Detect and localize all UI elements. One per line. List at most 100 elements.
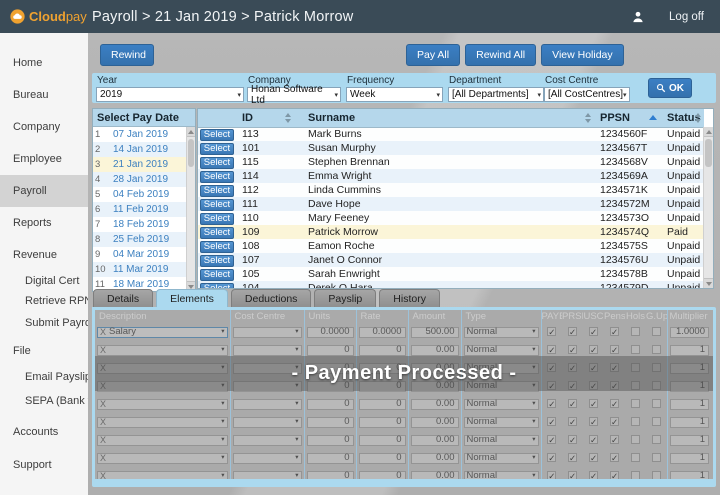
select-employee-button[interactable]: Select [200,241,234,253]
employee-ppsn: 1234575S [594,239,661,253]
pay-date-link[interactable]: 04 Mar 2019 [106,247,169,262]
checkbox-checked-icon [589,399,598,408]
sidebar-item[interactable]: Reports [0,207,88,239]
scroll-thumb[interactable] [188,139,194,167]
ok-label: OK [669,83,684,94]
select-employee-button[interactable]: Select [200,213,234,225]
col-usc: USC [583,310,604,323]
sidebar-item[interactable]: Revenue [0,239,88,271]
tab[interactable]: History [379,289,440,307]
sidebar-item[interactable]: Company [0,111,88,143]
filter-dropdown[interactable]: Week [346,87,443,102]
employee-scrollbar[interactable] [703,127,713,288]
chevron-down-icon [295,435,298,445]
tab[interactable]: Deductions [231,289,312,307]
select-employee-button[interactable]: Select [200,157,234,169]
elements-grid: Description Cost Centre Units Rate Amoun… [95,310,713,479]
select-employee-button[interactable]: Select [200,129,234,141]
filter-dropdown[interactable]: 2019 [96,87,244,102]
sort-icon[interactable] [695,113,701,123]
scroll-up-icon[interactable] [704,127,713,137]
employee-rows: Select 113 Mark Burns 1234560F Unpaid Se… [198,127,704,289]
filter-dropdown[interactable]: Honan Software Ltd [247,87,341,102]
pay-date-link[interactable]: 07 Jan 2019 [106,127,168,142]
toolbar-button[interactable]: Rewind All [465,44,536,66]
pay-date-link[interactable]: 28 Jan 2019 [106,172,168,187]
employee-id: 108 [236,239,294,253]
cloudpay-logo[interactable]: Cloudpay [10,9,88,24]
employee-surname: Mark Burns [294,127,594,141]
remove-row-icon: X [100,417,106,427]
elements-header-row: Description Cost Centre Units Rate Amoun… [95,310,711,323]
gup-checkbox-cell [646,395,667,413]
prsi-checkbox-cell [562,431,583,449]
filter-dropdown[interactable]: [All Departments] [448,87,544,102]
pay-date-link[interactable]: 21 Jan 2019 [106,157,168,172]
remove-row-icon: X [100,327,106,337]
pay-date-link[interactable]: 11 Feb 2019 [106,202,168,217]
pay-date-row: 2 14 Jan 2019 [93,142,195,157]
chevron-down-icon [295,453,298,463]
sidebar-item[interactable]: Accounts [0,415,88,449]
search-ok-button[interactable]: OK [648,78,692,98]
pay-date-link[interactable]: 18 Feb 2019 [106,217,169,232]
type-value: Normal [467,399,498,409]
id-column-header[interactable]: ID [236,109,294,127]
tab[interactable]: Payslip [314,289,376,307]
employee-ppsn: 1234579D [594,281,661,289]
sidebar-item[interactable]: Payroll [0,175,88,207]
user-icon[interactable] [631,10,645,24]
sidebar-item[interactable]: Retrieve RPNs [0,291,88,311]
pay-date-number: 1 [93,127,106,142]
tab[interactable]: Details [93,289,153,307]
description-dropdown: X [97,453,228,464]
sort-icon[interactable] [585,113,591,123]
scroll-thumb[interactable] [705,139,712,167]
sidebar-item[interactable]: File [0,335,88,367]
sidebar-item[interactable]: Submit Payroll [0,311,88,335]
pay-date-link[interactable]: 14 Jan 2019 [106,142,168,157]
type-value: Normal [467,471,498,479]
toolbar-button[interactable]: Pay All [406,44,460,66]
ppsn-column-header[interactable]: PPSN [594,109,661,127]
pay-date-link[interactable]: 25 Feb 2019 [106,232,169,247]
elements-panel: Description Cost Centre Units Rate Amoun… [92,307,716,487]
pay-date-row: 3 21 Jan 2019 [93,157,195,172]
sidebar-item[interactable]: Home [0,47,88,79]
surname-column-header[interactable]: Surname [294,109,594,127]
pay-date-link[interactable]: 11 Mar 2019 [106,262,168,277]
employee-id: 109 [236,225,294,239]
select-employee-button[interactable]: Select [200,143,234,155]
employee-row: Select 105 Sarah Enwright 1234578B Unpai… [198,267,704,281]
status-column-header[interactable]: Status [661,109,704,127]
type-value: Normal [467,453,498,463]
select-employee-button[interactable]: Select [200,269,234,281]
brand-name: Cloudpay [29,9,87,24]
tab[interactable]: Elements [156,289,228,307]
log-off-button[interactable]: Log off [669,11,704,23]
sort-icon[interactable] [285,113,291,123]
sidebar-item[interactable]: Bureau [0,79,88,111]
scroll-up-icon[interactable] [187,127,195,137]
pay-date-link[interactable]: 04 Feb 2019 [106,187,169,202]
chevron-down-icon [221,345,224,355]
pens-checkbox-cell [604,449,625,467]
sidebar-item[interactable]: Email Payslips [0,367,88,387]
sidebar-item[interactable]: Employee [0,143,88,175]
select-employee-button[interactable]: Select [200,199,234,211]
pay-date-scrollbar[interactable] [186,127,195,291]
scroll-down-icon[interactable] [704,278,713,288]
filter-dropdown[interactable]: [All CostCentres] [544,87,630,102]
rewind-button[interactable]: Rewind [100,44,154,66]
sidebar-item[interactable]: Digital Cert [0,271,88,291]
select-employee-button[interactable]: Select [200,171,234,183]
pay-date-row: 8 25 Feb 2019 [93,232,195,247]
sidebar-item[interactable]: Support [0,449,88,481]
sidebar-item[interactable]: SEPA (Bank file) [0,387,88,415]
type-value: Normal [467,327,498,337]
select-employee-button[interactable]: Select [200,255,234,267]
select-employee-button[interactable]: Select [200,185,234,197]
select-employee-button[interactable]: Select [200,227,234,239]
toolbar-button[interactable]: View Holiday [541,44,624,66]
amount-input: 0.00 [411,417,459,428]
